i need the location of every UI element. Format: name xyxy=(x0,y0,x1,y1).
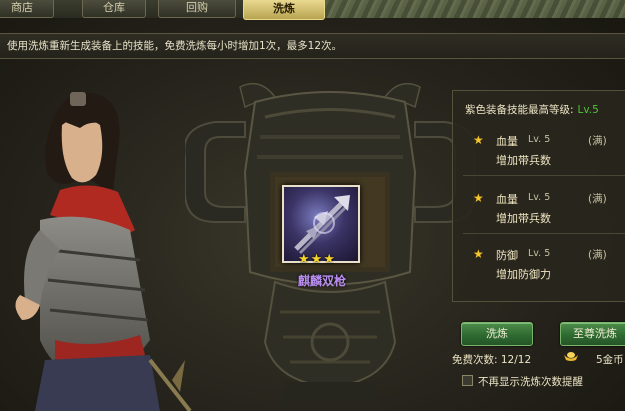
skill-name: 血量 xyxy=(496,193,518,206)
skill-status: (满) xyxy=(588,135,607,147)
free-count: 免费次数: 12/12 xyxy=(452,354,532,366)
skill-effect: 增加带兵数 xyxy=(496,154,551,167)
skill-level: Lv. 5 xyxy=(528,192,551,203)
refine-button[interactable]: 洗炼 xyxy=(461,322,533,346)
character-portrait xyxy=(15,92,192,411)
item-star-rating: ★★★ xyxy=(298,248,348,267)
skill-name: 血量 xyxy=(496,135,518,148)
skill-row: ★ 血量 Lv. 5 (满) 增加带兵数 xyxy=(463,127,625,176)
description-text: 使用洗炼重新生成装备上的技能，免费洗炼每小时增加1次，最多12次。 xyxy=(7,40,343,52)
skill-row: ★ 防御 Lv. 5 (满) 增加防御力 xyxy=(463,241,625,289)
star-icon: ★ xyxy=(473,191,484,205)
no-reminder-checkbox[interactable] xyxy=(462,375,473,386)
supreme-refine-button[interactable]: 至尊洗炼 xyxy=(560,322,625,346)
skill-level: Lv. 5 xyxy=(528,134,551,145)
refine-window: 商店 仓库 回购 洗炼 使用洗炼重新生成装备上的技能，免费洗炼每小时增加1次，最… xyxy=(0,0,625,411)
no-reminder-label: 不再显示洗炼次数提醒 xyxy=(478,376,583,388)
star-icon: ★ xyxy=(323,252,335,267)
skill-status: (满) xyxy=(588,193,607,205)
tab-bar: 商店 仓库 回购 洗炼 xyxy=(0,0,625,20)
tab-shop[interactable]: 商店 xyxy=(0,0,54,18)
skill-name: 防御 xyxy=(496,249,518,262)
skill-panel: 紫色装备技能最高等级: Lv.5 ★ 血量 Lv. 5 (满) 增加带兵数 ★ 血… xyxy=(452,90,625,302)
description-bar: 使用洗炼重新生成装备上的技能，免费洗炼每小时增加1次，最多12次。 xyxy=(0,33,625,59)
panel-title: 紫色装备技能最高等级: Lv.5 xyxy=(465,102,599,117)
skill-level: Lv. 5 xyxy=(528,248,551,259)
tab-refine[interactable]: 洗炼 xyxy=(243,0,325,20)
skill-status: (满) xyxy=(588,249,607,261)
max-level: Lv.5 xyxy=(577,104,599,116)
tab-warehouse[interactable]: 仓库 xyxy=(82,0,146,18)
skill-effect: 增加防御力 xyxy=(496,268,551,281)
item-name: 麒麟双枪 xyxy=(297,274,346,288)
star-icon: ★ xyxy=(298,252,310,267)
tab-buyback[interactable]: 回购 xyxy=(158,0,236,18)
skill-effect: 增加带兵数 xyxy=(496,212,551,225)
gold-cost: 5金币 xyxy=(596,354,624,366)
star-icon: ★ xyxy=(310,252,323,267)
background-scenery xyxy=(325,0,625,18)
panel-title-text: 紫色装备技能最高等级: xyxy=(465,104,574,116)
star-icon: ★ xyxy=(473,247,484,261)
star-icon: ★ xyxy=(473,133,484,147)
skill-row: ★ 血量 Lv. 5 (满) 增加带兵数 xyxy=(463,185,625,234)
gold-ingot-icon xyxy=(564,352,578,361)
